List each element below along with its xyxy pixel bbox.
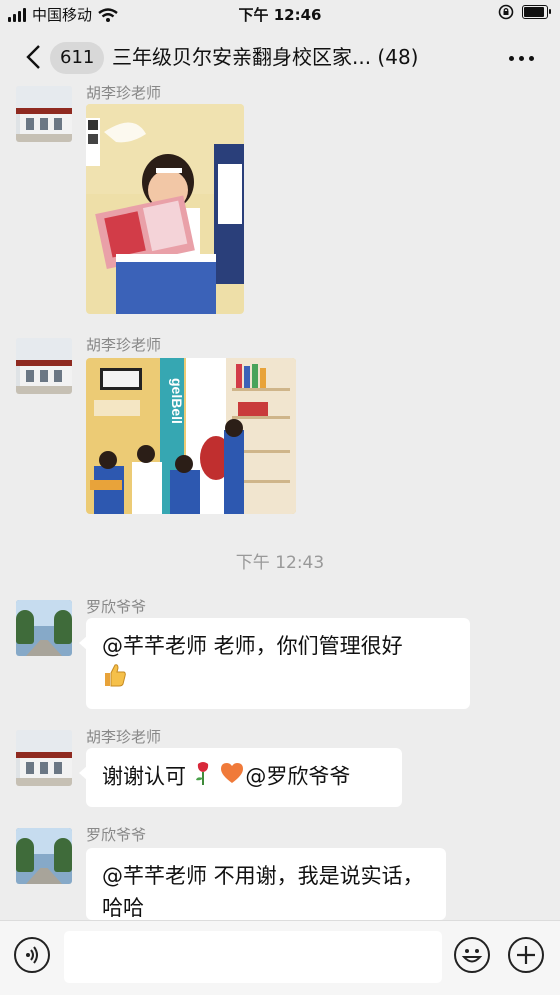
status-bar: 中国移动 下午 12:46 (0, 0, 560, 28)
chevron-left-icon (26, 45, 40, 69)
message-text: 谢谢认可 (102, 764, 186, 789)
voice-icon (26, 946, 38, 964)
sender-name: 胡李珍老师 (86, 728, 162, 746)
dot (509, 56, 514, 61)
back-button[interactable] (18, 42, 48, 72)
sender-name: 胡李珍老师 (86, 336, 162, 354)
status-right (498, 4, 551, 20)
photo-girl-reading (86, 104, 244, 314)
text-bubble[interactable]: @芊芊老师 老师，你们管理很好 (79, 618, 470, 709)
orange-heart-icon (219, 761, 245, 794)
status-time: 下午 12:46 (238, 6, 322, 24)
dot (529, 56, 534, 61)
more-options-button[interactable] (509, 56, 534, 61)
text-bubble[interactable]: 谢谢认可 @罗欣爷爷 (79, 748, 402, 807)
photo-message[interactable]: gelBell (86, 358, 296, 514)
message-mention: @罗欣爷爷 (245, 764, 351, 789)
photo-reading-corner: gelBell (86, 358, 296, 514)
plus-icon (517, 946, 535, 964)
chat-title: 三年级贝尔安亲翻身校区家... (48) (112, 45, 419, 69)
avatar[interactable] (16, 730, 72, 786)
voice-button[interactable] (14, 937, 50, 973)
emoji-button[interactable] (454, 937, 490, 973)
avatar[interactable] (16, 338, 72, 394)
photo-message[interactable] (86, 104, 244, 314)
rose-icon (193, 760, 213, 795)
sender-name: 胡李珍老师 (86, 84, 162, 102)
plus-button[interactable] (508, 937, 544, 973)
text-bubble[interactable]: @芊芊老师 不用谢，我是说实话，哈哈 (86, 848, 446, 920)
emoji-icon (461, 949, 483, 963)
avatar[interactable] (16, 828, 72, 884)
message-input[interactable] (64, 931, 442, 983)
battery-icon (522, 5, 551, 19)
avatar[interactable] (16, 600, 72, 656)
avatar[interactable] (16, 86, 72, 142)
thumbs-up-icon (102, 662, 128, 697)
dot (519, 56, 524, 61)
input-bar (0, 920, 560, 995)
sign-text: gelBell (169, 378, 185, 424)
unread-count-badge[interactable]: 611 (50, 42, 105, 74)
message-text: @芊芊老师 老师，你们管理很好 (102, 634, 403, 658)
sender-name: 罗欣爷爷 (86, 826, 147, 844)
timestamp-divider: 下午 12:43 (235, 553, 325, 573)
sender-name: 罗欣爷爷 (86, 598, 147, 616)
chat-header: 611 三年级贝尔安亲翻身校区家... (48) (0, 30, 560, 84)
message-text: @芊芊老师 不用谢，我是说实话，哈哈 (102, 864, 424, 920)
orientation-lock-icon (498, 4, 514, 20)
